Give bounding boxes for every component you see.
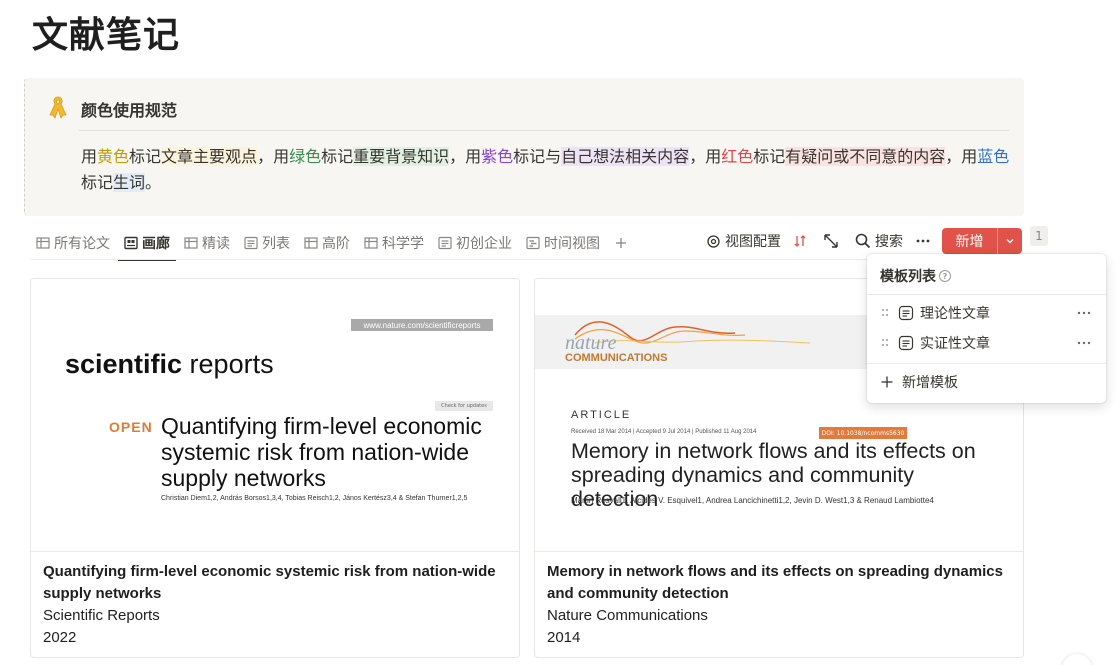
tab-startups[interactable]: 初创企业 [432,226,518,260]
more-icon[interactable] [1076,335,1092,351]
cover-authors: Christian Diem1,2, András Borsos1,3,4, T… [161,495,468,502]
tab-close-reading[interactable]: 精读 [178,226,236,260]
purple-word: 紫色 [481,147,514,166]
dropdown-header: 模板列表 ? [880,266,952,286]
article-dates: Received 18 Mar 2014 | Accepted 9 Jul 20… [571,429,757,435]
timeline-icon [526,236,540,250]
search-icon [855,233,871,249]
card-journal: Nature Communications [547,607,708,624]
blue-word: 蓝色 [977,147,1010,166]
search-button[interactable]: 搜索 [855,231,903,251]
more-icon[interactable] [1076,305,1092,321]
template-item[interactable]: 实证性文章 [867,329,1106,357]
table-icon [184,237,198,249]
cover-url: www.nature.com/scientificreports [351,319,493,331]
tab-list[interactable]: 列表 [238,226,296,260]
check-updates-badge: Check for updates [435,401,493,411]
svg-text:nature: nature [565,332,617,354]
card-info: Memory in network flows and its effects … [547,561,1011,649]
count-badge: 1 [1030,226,1048,246]
more-icon [916,239,930,243]
help-icon[interactable]: ? [938,269,952,283]
table-icon [304,237,318,249]
tab-timeline[interactable]: 时间视图 [520,226,606,260]
callout-title: 颜色使用规范 [81,101,178,120]
card-journal: Scientific Reports [43,607,160,624]
divider [867,294,1106,295]
red-word: 红色 [721,147,754,166]
drag-handle-icon[interactable] [880,307,890,319]
doi-badge: DOI: 10.1038/ncomms5630 [819,427,907,439]
card-title: Quantifying firm-level economic systemic… [43,563,496,602]
tab-advanced[interactable]: 高阶 [298,226,356,260]
open-access-label: OPEN [109,419,153,435]
card-year: 2022 [43,629,77,646]
cover-authors: Martin Rosvall1, Alcides V. Esquivel1, A… [571,496,934,505]
green-highlight: 重要背景知识 [353,147,450,166]
table-icon [364,237,378,249]
card-year: 2014 [547,629,581,646]
plus-icon [616,238,626,248]
chevron-down-icon [1006,239,1014,244]
table-icon [36,237,50,249]
divider [79,130,1009,131]
document-icon [898,335,914,351]
document-icon [898,305,914,321]
help-button[interactable] [1062,654,1092,665]
view-config-button[interactable]: 视图配置 [706,231,781,251]
sort-button[interactable] [793,234,811,248]
tab-science-of-science[interactable]: 科学学 [358,226,430,260]
new-button[interactable]: 新增 [942,228,1022,254]
svg-text:COMMUNICATIONS: COMMUNICATIONS [565,352,667,364]
tab-gallery[interactable]: 画廊 [118,226,176,261]
callout-body[interactable]: 用黄色标记文章主要观点，用绿色标记重要背景知识，用紫色标记与自己想法相关内容，用… [81,144,1011,196]
page-title[interactable]: 文献笔记 [32,6,180,58]
sort-icon [794,235,806,247]
more-options-button[interactable] [915,233,935,249]
plus-icon [881,376,893,388]
journal-logo: scientific reports [65,349,274,379]
drag-handle-icon[interactable] [880,337,890,349]
yellow-highlight: 文章主要观点 [161,147,258,166]
template-dropdown: 模板列表 ? 理论性文章 实证性文章 新增模板 [867,254,1106,403]
expand-button[interactable] [823,233,843,249]
gallery-icon [124,236,138,250]
view-tabs: 所有论文 画廊 精读 列表 高阶 科学学 初创企业 时间视图 [30,226,640,261]
tab-all-papers[interactable]: 所有论文 [30,226,116,260]
cover-title: Quantifying firm-level economic systemic… [161,413,482,491]
expand-icon [824,234,838,248]
add-view-button[interactable] [608,226,638,260]
new-button-dropdown[interactable] [998,228,1022,254]
gear-icon [707,234,720,248]
divider [867,363,1106,364]
card-title: Memory in network flows and its effects … [547,563,1003,602]
template-item[interactable]: 理论性文章 [867,299,1106,327]
view-toolbar: 视图配置 搜索 [700,226,947,256]
card-cover: www.nature.com/scientificreports scienti… [31,279,519,552]
purple-highlight: 自己想法相关内容 [561,147,690,166]
list-icon [244,236,258,250]
svg-text:?: ? [943,272,948,281]
green-word: 绿色 [289,147,322,166]
article-label: ARTICLE [571,409,632,421]
card-info: Quantifying firm-level economic systemic… [43,561,507,649]
gallery-card[interactable]: www.nature.com/scientificreports scienti… [30,278,520,658]
blue-highlight: 生词 [113,173,146,192]
yellow-word: 黄色 [97,147,130,166]
red-highlight: 有疑问或不同意的内容 [785,147,946,166]
add-template-button[interactable]: 新增模板 [880,370,958,394]
ribbon-icon[interactable] [47,94,69,120]
new-button-label[interactable]: 新增 [942,228,998,254]
color-guide-callout: 颜色使用规范 用黄色标记文章主要观点，用绿色标记重要背景知识，用紫色标记与自己想… [24,78,1024,216]
list-icon [438,236,452,250]
